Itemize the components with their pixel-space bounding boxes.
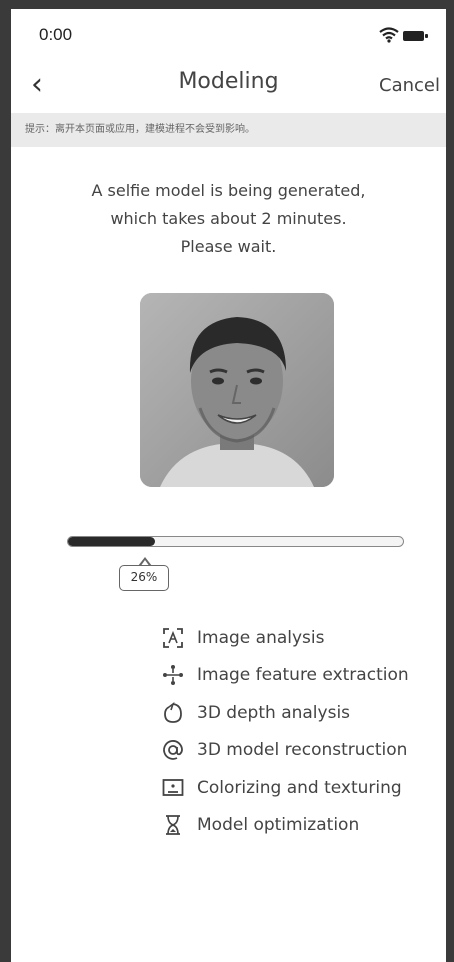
progress-percent-label: 26% bbox=[119, 565, 169, 591]
status-time: 0:00 bbox=[39, 25, 73, 44]
phone-screen: 0:00 ‹ Modeling Cancel 提示：离开本页面或应用，建模进程不… bbox=[0, 0, 454, 962]
wifi-icon bbox=[379, 27, 399, 43]
step-label: Image feature extraction bbox=[197, 665, 409, 686]
depth-head-icon bbox=[164, 701, 182, 723]
at-sign-icon bbox=[163, 740, 183, 761]
step-label: 3D depth analysis bbox=[197, 702, 351, 723]
battery-icon bbox=[403, 31, 428, 41]
progress-fill bbox=[68, 537, 156, 546]
cancel-button[interactable]: Cancel bbox=[379, 75, 440, 96]
step-item: Image feature extraction bbox=[161, 657, 409, 695]
step-item: 3D depth analysis bbox=[161, 694, 409, 732]
face-portrait-image bbox=[140, 293, 334, 487]
step-item: 3D model reconstruction bbox=[161, 732, 409, 770]
step-label: Colorizing and texturing bbox=[197, 777, 402, 798]
message-line-3: Please wait. bbox=[180, 237, 277, 256]
step-item: Image analysis bbox=[161, 619, 409, 657]
progress-bar bbox=[67, 536, 404, 547]
message-line-2: which takes about 2 minutes. bbox=[110, 209, 347, 228]
hourglass-icon bbox=[166, 815, 180, 836]
step-list: Image analysis Image feature extraction … bbox=[161, 619, 409, 844]
step-label: Image analysis bbox=[197, 627, 325, 648]
status-bar: 0:00 bbox=[39, 25, 439, 51]
texture-frame-icon bbox=[162, 778, 184, 796]
selfie-photo bbox=[140, 293, 334, 487]
nav-bar: ‹ Modeling Cancel bbox=[11, 61, 446, 111]
step-label: Model optimization bbox=[197, 815, 360, 836]
step-label: 3D model reconstruction bbox=[197, 740, 408, 761]
step-item: Model optimization bbox=[161, 807, 409, 845]
scan-face-icon bbox=[163, 627, 183, 648]
step-item: Colorizing and texturing bbox=[161, 769, 409, 807]
message-line-1: A selfie model is being generated, bbox=[91, 181, 366, 200]
feature-nodes-icon bbox=[163, 665, 183, 686]
notice-banner: 提示：离开本页面或应用，建模进程不会受到影响。 bbox=[11, 113, 446, 147]
